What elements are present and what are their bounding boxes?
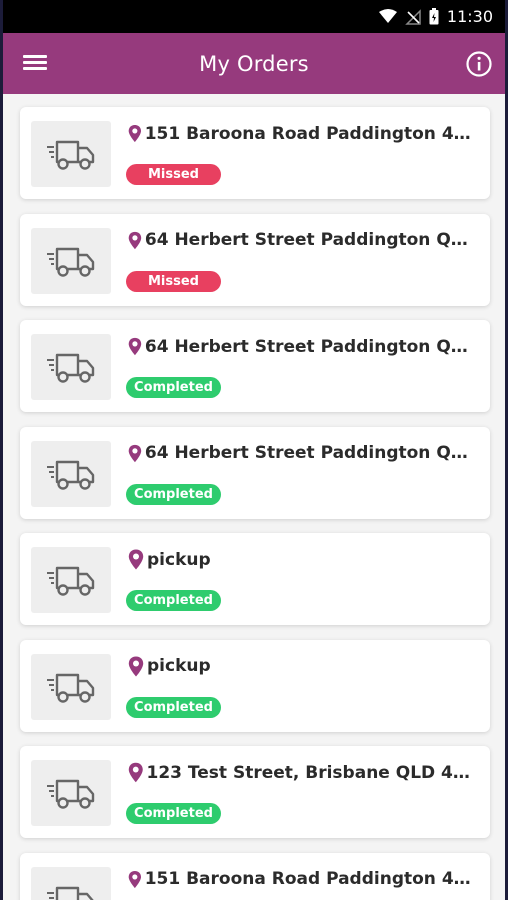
delivery-truck-icon: [47, 460, 95, 490]
info-button[interactable]: [465, 50, 493, 78]
status-badge: Completed: [126, 590, 221, 611]
order-address-row: pickup: [128, 549, 478, 570]
order-thumbnail: [31, 760, 111, 826]
order-address-row: 64 Herbert Street Paddington QLD 4064: [128, 230, 478, 251]
status-badge: Completed: [126, 483, 221, 505]
order-address-row: 151 Baroona Road Paddington 4064 QLD: [128, 869, 478, 890]
map-pin-icon: [128, 337, 142, 356]
status-badge: Completed: [126, 803, 221, 824]
hamburger-menu-icon: [23, 55, 47, 70]
map-pin-icon: [128, 231, 142, 249]
info-icon: [466, 51, 492, 77]
delivery-truck-icon: [47, 566, 95, 596]
order-thumbnail: [31, 866, 111, 900]
status-badge: Missed: [126, 164, 221, 185]
app-bar: My Orders: [3, 33, 505, 94]
order-address: pickup: [147, 656, 211, 676]
order-address-row: 123 Test Street, Brisbane QLD 4000: [128, 762, 478, 783]
order-card[interactable]: 64 Herbert Street Paddington QLD 4064 Co…: [20, 426, 490, 519]
order-card[interactable]: pickup Completed: [20, 639, 490, 732]
map-pin-icon: [128, 124, 142, 143]
order-thumbnail: [31, 227, 111, 294]
order-address: 64 Herbert Street Paddington QLD 4064: [144, 230, 478, 250]
order-thumbnail: [31, 547, 111, 613]
order-card[interactable]: pickup Completed: [20, 533, 490, 625]
order-address: 64 Herbert Street Paddington QLD 4064: [144, 336, 478, 357]
order-card[interactable]: 64 Herbert Street Paddington QLD 4064 Mi…: [20, 213, 490, 306]
map-pin-icon: [128, 762, 143, 783]
delivery-truck-icon: [47, 247, 95, 277]
delivery-truck-icon: [47, 140, 95, 170]
order-address-row: 64 Herbert Street Paddington QLD 4064: [128, 336, 478, 357]
status-bar: 11:30: [3, 0, 505, 33]
status-badge: Missed: [126, 270, 221, 292]
order-address: 123 Test Street, Brisbane QLD 4000: [146, 762, 478, 783]
order-address: 64 Herbert Street Paddington QLD 4064: [144, 443, 478, 463]
map-pin-icon: [128, 656, 144, 676]
map-pin-icon: [128, 870, 142, 888]
order-thumbnail: [31, 334, 111, 400]
order-card[interactable]: 64 Herbert Street Paddington QLD 4064 Co…: [20, 320, 490, 412]
delivery-truck-icon: [47, 779, 95, 809]
order-thumbnail: [31, 121, 111, 187]
order-thumbnail: [31, 440, 111, 507]
delivery-truck-icon: [47, 886, 95, 900]
delivery-truck-icon: [47, 673, 95, 703]
status-badge: Completed: [126, 696, 221, 718]
no-signal-icon: [405, 8, 421, 25]
order-card[interactable]: 151 Baroona Road Paddington 4064 QLD Mis…: [20, 107, 490, 199]
order-address: 151 Baroona Road Paddington 4064 QLD: [144, 123, 478, 144]
status-time: 11:30: [446, 7, 493, 26]
order-address-row: pickup: [128, 656, 478, 677]
order-card[interactable]: 123 Test Street, Brisbane QLD 4000 Compl…: [20, 746, 490, 838]
order-address-row: 151 Baroona Road Paddington 4064 QLD: [128, 123, 478, 144]
order-address: 151 Baroona Road Paddington 4064 QLD: [144, 869, 478, 889]
status-badge: Completed: [126, 377, 221, 398]
order-address-row: 64 Herbert Street Paddington QLD 4064: [128, 443, 478, 464]
order-address: pickup: [147, 549, 211, 570]
wifi-icon: [378, 9, 397, 23]
map-pin-icon: [128, 549, 144, 570]
menu-button[interactable]: [23, 52, 47, 74]
map-pin-icon: [128, 444, 142, 462]
app-screen: 11:30 My Orders 151 Baroona Road Padding…: [3, 0, 505, 900]
order-thumbnail: [31, 653, 111, 720]
orders-list[interactable]: 151 Baroona Road Paddington 4064 QLD Mis…: [3, 94, 505, 900]
delivery-truck-icon: [47, 353, 95, 383]
battery-icon: [429, 8, 439, 25]
page-title: My Orders: [199, 51, 309, 76]
order-card[interactable]: 151 Baroona Road Paddington 4064 QLD: [20, 852, 490, 900]
